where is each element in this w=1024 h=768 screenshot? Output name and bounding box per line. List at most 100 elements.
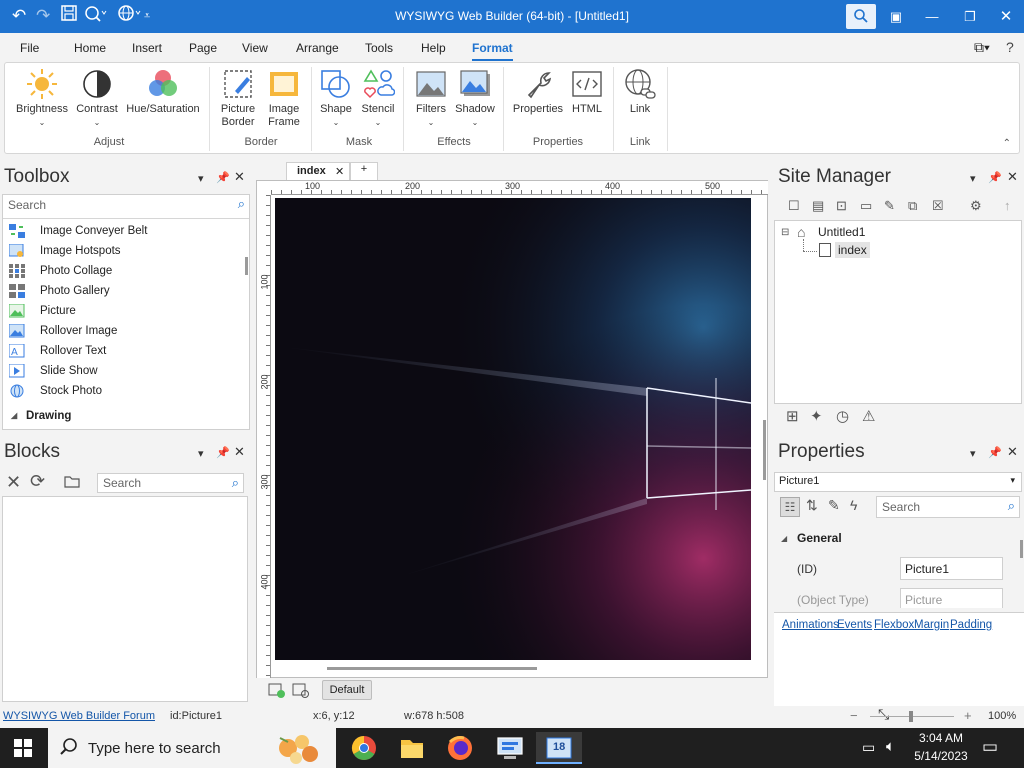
properties-scrollbar[interactable] [1020,540,1023,558]
picture-border-button[interactable]: Picture Border [215,67,261,129]
shape-button[interactable]: Shape ⌄ [315,67,357,129]
pin-icon[interactable]: 📌 [988,446,1002,459]
vertical-scrollbar[interactable] [763,420,766,480]
list-item[interactable]: A Rollover Text [7,341,247,361]
zoom-in-icon[interactable]: + [964,708,972,723]
search-icon[interactable]: ⌕ [238,196,245,212]
ribbon-display-icon[interactable]: ▣ [878,0,914,33]
tab-format[interactable]: Format [472,41,513,61]
folder-icon[interactable] [64,473,80,492]
sort-alpha-icon[interactable]: ⇅ [806,497,818,514]
image-frame-button[interactable]: Image Frame [263,67,305,129]
close-icon[interactable]: ✕ [234,169,245,185]
sitemap-icon[interactable]: ⊞ [786,407,799,425]
close-icon[interactable]: ✕ [1007,444,1018,460]
network-icon[interactable]: ▭ [862,739,875,756]
list-item[interactable]: Rollover Image [7,321,247,341]
tab-view[interactable]: View [242,41,268,55]
clock-icon[interactable]: ◷ [836,407,849,425]
collapse-icon[interactable]: ◢ [781,534,787,543]
new-page-icon[interactable]: ☐ [788,198,800,214]
pin-icon[interactable]: 📌 [216,171,230,184]
close-icon[interactable]: ✕ [234,444,245,460]
link-page-icon[interactable]: ⊡ [836,198,847,214]
warning-icon[interactable]: ⚠ [862,407,875,425]
add-tab-button[interactable]: + [350,162,378,180]
pin-icon[interactable]: 📌 [988,171,1002,184]
refresh-icon[interactable]: ⟳ [30,471,45,492]
page-settings-icon[interactable] [292,682,310,701]
list-item[interactable]: Image Conveyer Belt [7,221,247,241]
shadow-button[interactable]: Shadow ⌄ [453,67,497,129]
pin-icon[interactable]: 📌 [216,446,230,459]
list-item[interactable]: Picture [7,301,247,321]
category-drawing[interactable]: ◢ Drawing [7,406,247,426]
toolbox-scrollbar[interactable] [245,257,248,275]
firefox-icon[interactable] [440,732,480,764]
collapse-ribbon-icon[interactable]: ⌃ [1003,138,1011,149]
property-id-field[interactable]: Picture1 [900,557,1003,580]
close-icon[interactable]: ✕ [988,0,1024,33]
hue-saturation-button[interactable]: Hue/Saturation [121,67,205,116]
help-icon[interactable]: ? [1006,39,1014,55]
clock-time[interactable]: 3:04 AM [916,731,966,745]
object-selector[interactable]: Picture1 ▾ [774,472,1022,492]
volume-icon[interactable]: 🔈︎ [886,738,895,755]
folder-icon[interactable]: ▭ [860,198,872,214]
contrast-button[interactable]: Contrast ⌄ [73,67,121,129]
horizontal-scrollbar[interactable] [327,667,537,670]
flexbox-link[interactable]: Flexbox [874,619,914,631]
categorized-icon[interactable]: ☷ [780,497,800,517]
tab-index[interactable]: index ✕ [286,162,350,180]
stencil-button[interactable]: Stencil ⌄ [357,67,399,129]
site-settings-icon[interactable]: ⚙ [970,198,982,214]
tree-collapse-icon[interactable]: ⊟ [781,227,789,238]
dropdown-icon[interactable]: ▾ [198,447,204,460]
tab-insert[interactable]: Insert [132,41,162,55]
dropdown-icon[interactable]: ▾ [970,172,976,185]
events-icon[interactable]: ϟ [850,497,857,513]
notifications-icon[interactable]: ▭ [982,737,998,757]
dropdown-icon[interactable]: ▾ [970,447,976,460]
wrench-icon[interactable]: ✎ [828,497,840,514]
search-icon[interactable]: ⌕ [1008,498,1015,514]
filters-button[interactable]: Filters ⌄ [409,67,453,129]
forum-link[interactable]: WYSIWYG Web Builder Forum [3,710,155,722]
list-item[interactable]: Photo Gallery [7,281,247,301]
zoom-out-icon[interactable]: − [850,708,858,723]
margin-link[interactable]: Margin [914,619,949,631]
html-button[interactable]: HTML [567,67,607,116]
minimize-icon[interactable]: — [914,0,950,33]
clock-date[interactable]: 5/14/2023 [906,749,976,763]
properties-button[interactable]: Properties [509,67,567,116]
list-item[interactable]: Photo Collage [7,261,247,281]
link-button[interactable]: Link [619,67,661,116]
edit-icon[interactable]: ✎ [884,198,895,214]
tab-help[interactable]: Help [421,41,446,55]
brightness-button[interactable]: Brightness ⌄ [11,67,73,129]
list-item[interactable]: Image Hotspots [7,241,247,261]
animations-link[interactable]: Animations [782,619,839,631]
restore-icon[interactable]: ❐ [952,0,988,33]
taskbar-search-input[interactable]: Type here to search [48,728,336,768]
tab-tools[interactable]: Tools [365,41,393,55]
delete-page-icon[interactable]: ☒ [932,198,944,214]
search-icon[interactable] [846,4,876,29]
default-button[interactable]: Default [322,680,372,700]
chrome-icon[interactable] [344,732,384,764]
file-explorer-icon[interactable] [392,732,432,764]
move-up-icon[interactable]: ↑ [1004,198,1011,213]
list-item[interactable]: Slide Show [7,361,247,381]
window-options-icon[interactable]: ⧉▾ [974,39,990,56]
fit-icon[interactable]: ⤡ [878,706,889,723]
tab-file[interactable]: File [20,41,39,55]
page-properties-icon[interactable]: ▤ [812,198,824,214]
tree-page-index[interactable]: index [835,242,870,258]
windows-start-icon[interactable] [14,739,32,760]
events-link[interactable]: Events [837,619,872,631]
search-icon[interactable]: ⌕ [232,475,239,491]
zoom-slider-thumb[interactable] [909,711,913,722]
blocks-search-input[interactable]: Search ⌕ [97,473,244,493]
close-tab-icon[interactable]: ✕ [335,165,344,178]
web-builder-taskbar-button[interactable]: 18 [536,732,582,764]
